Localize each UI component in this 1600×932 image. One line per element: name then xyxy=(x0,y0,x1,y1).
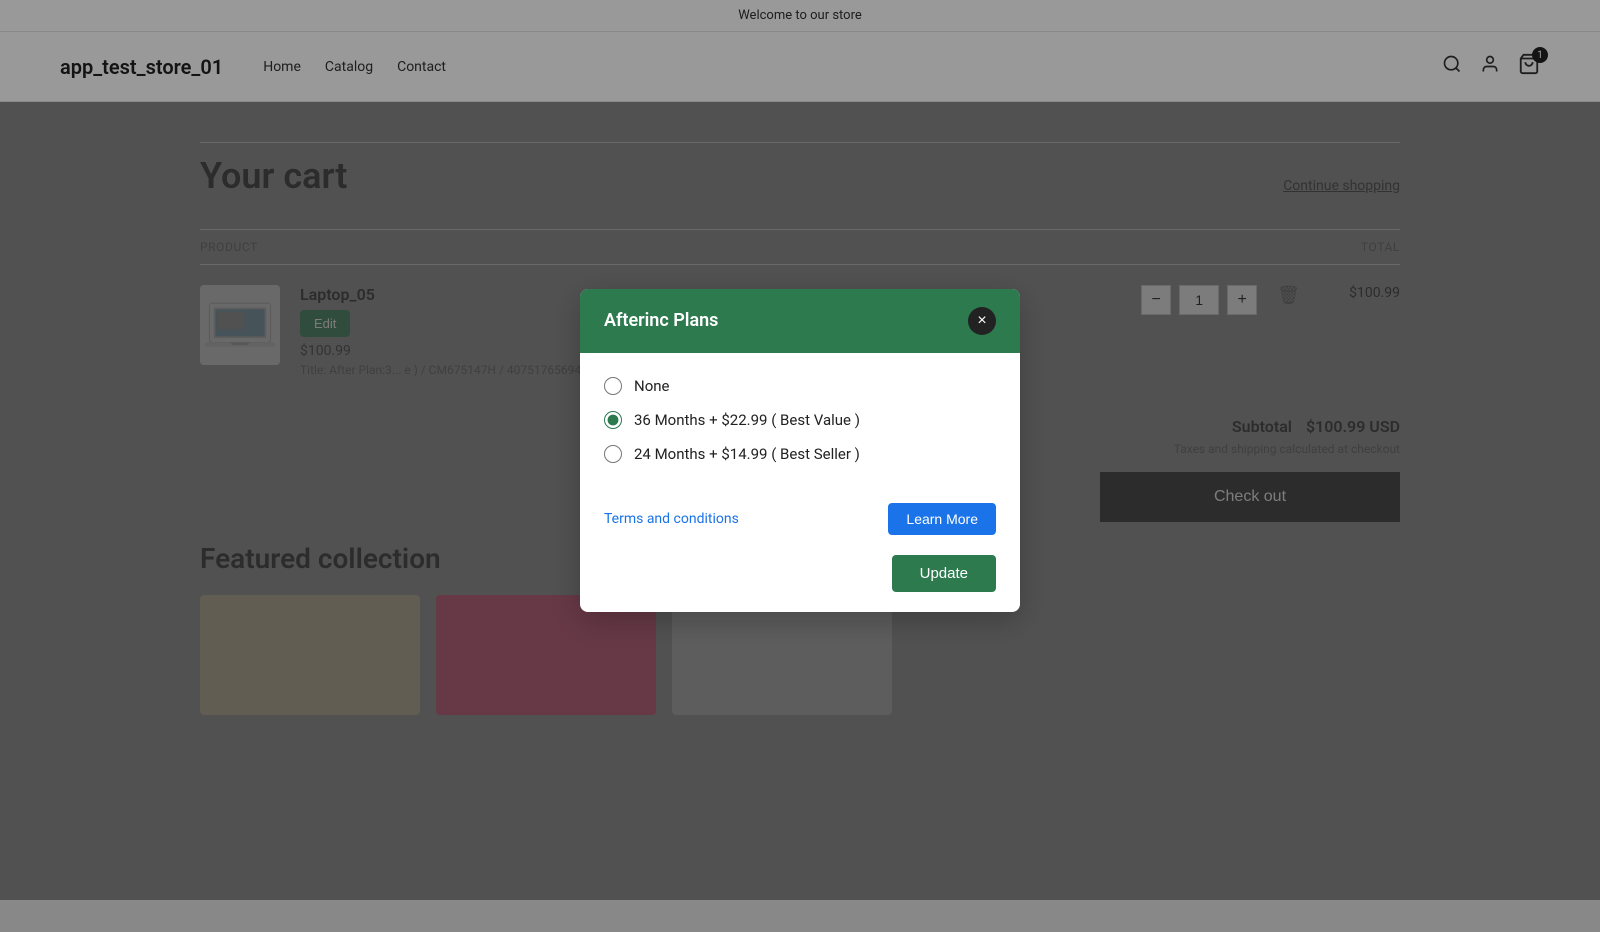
modal-footer: Terms and conditions Learn More xyxy=(580,503,1020,555)
plan-36months-label: 36 Months + $22.99 ( Best Value ) xyxy=(634,411,860,429)
afterinc-modal: Afterinc Plans × None 36 Months + $22.99… xyxy=(580,289,1020,612)
update-button[interactable]: Update xyxy=(892,555,996,592)
modal-overlay: Afterinc Plans × None 36 Months + $22.99… xyxy=(0,0,1600,900)
radio-24months[interactable] xyxy=(604,445,622,463)
plan-option-24months[interactable]: 24 Months + $14.99 ( Best Seller ) xyxy=(604,445,996,463)
plan-24months-label: 24 Months + $14.99 ( Best Seller ) xyxy=(634,445,860,463)
terms-link[interactable]: Terms and conditions xyxy=(604,511,739,527)
radio-36months[interactable] xyxy=(604,411,622,429)
learn-more-button[interactable]: Learn More xyxy=(888,503,996,535)
plan-option-none[interactable]: None xyxy=(604,377,996,395)
radio-none[interactable] xyxy=(604,377,622,395)
modal-header: Afterinc Plans × xyxy=(580,289,1020,353)
update-btn-row: Update xyxy=(580,555,1020,612)
modal-body: None 36 Months + $22.99 ( Best Value ) 2… xyxy=(580,353,1020,503)
page-background: Your cart Continue shopping PRODUCT TOTA… xyxy=(0,102,1600,932)
plan-none-label: None xyxy=(634,377,670,395)
modal-close-button[interactable]: × xyxy=(968,307,996,335)
modal-title: Afterinc Plans xyxy=(604,310,718,331)
plan-option-36months[interactable]: 36 Months + $22.99 ( Best Value ) xyxy=(604,411,996,429)
